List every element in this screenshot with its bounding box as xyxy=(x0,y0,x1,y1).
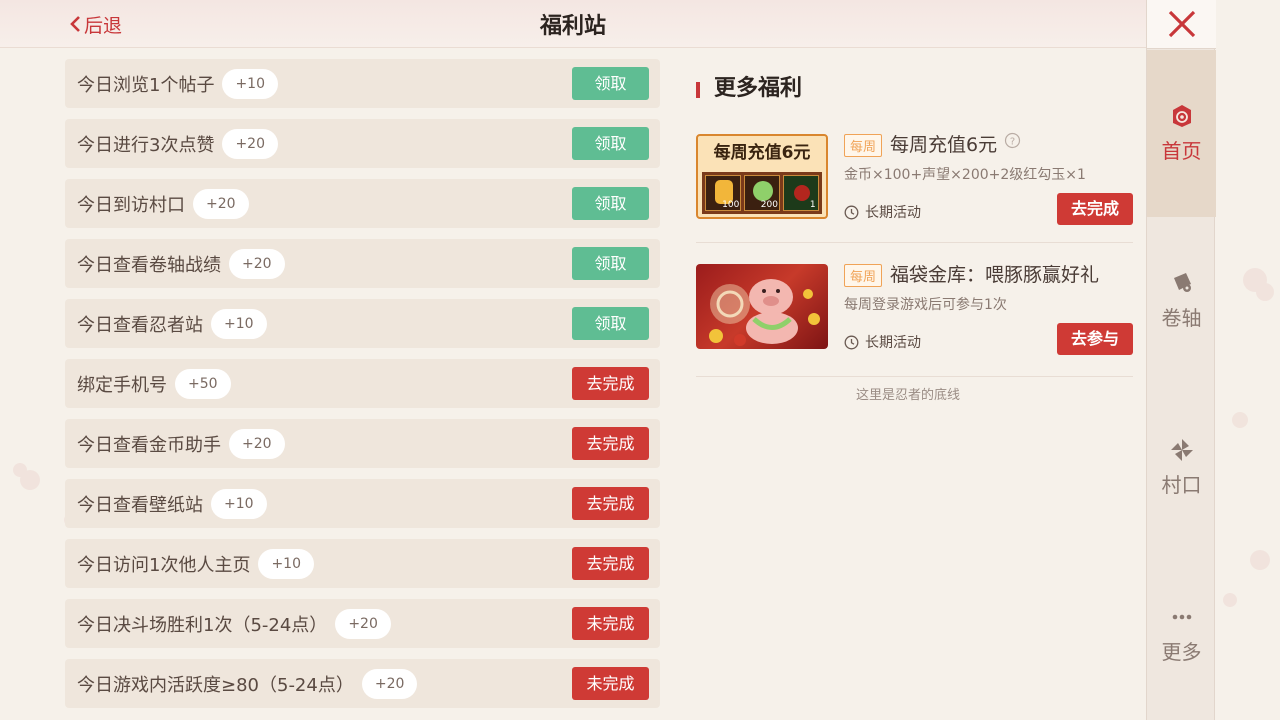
task-name: 今日到访村口 xyxy=(77,194,185,216)
weekly-recharge-image: 每周充值6元 100 200 1 xyxy=(696,134,828,219)
go-complete-button[interactable]: 去完成 xyxy=(1057,193,1133,225)
points-badge: +20 xyxy=(361,668,418,699)
task-row: 今日查看忍者站 +10 领取 xyxy=(65,299,660,348)
lucky-bag-pig-image xyxy=(696,264,828,349)
clock-icon xyxy=(844,335,859,349)
task-name: 今日访问1次他人主页 xyxy=(77,554,251,576)
more-welfare-title: 更多福利 xyxy=(714,76,803,101)
reward-items: 100 200 1 xyxy=(702,172,822,214)
close-button[interactable] xyxy=(1147,0,1216,49)
sidebar-item-more[interactable]: 更多 xyxy=(1147,551,1216,718)
promo-desc: 每周登录游戏后可参与1次 xyxy=(844,297,1007,313)
claim-button[interactable]: 领取 xyxy=(572,67,649,100)
coin-count: 100 xyxy=(722,200,740,210)
task-row: 今日游戏内活跃度≥80（5-24点） +20 未完成 xyxy=(65,659,660,708)
magatama-count: 1 xyxy=(809,200,816,210)
task-row: 今日查看壁纸站 +10 去完成 xyxy=(65,479,660,528)
go-complete-button[interactable]: 去完成 xyxy=(572,547,649,580)
pinwheel-icon xyxy=(1170,439,1193,461)
sidebar-item-label: 村口 xyxy=(1161,473,1202,497)
task-row: 今日浏览1个帖子 +10 领取 xyxy=(65,59,660,108)
promo-duration: 长期活动 xyxy=(844,332,921,352)
svg-text:?: ? xyxy=(1010,137,1015,148)
task-row: 今日进行3次点赞 +20 领取 xyxy=(65,119,660,168)
duration-label: 长期活动 xyxy=(865,205,921,221)
reputation-item: 200 xyxy=(743,175,780,211)
promo-lucky-bag[interactable]: 每周 福袋金库：喂豚豚赢好礼 每周登录游戏后可参与1次 长期活动 去参与 xyxy=(696,264,1133,374)
close-icon xyxy=(1168,10,1195,38)
incomplete-button[interactable]: 未完成 xyxy=(572,667,649,700)
points-badge: +20 xyxy=(193,188,249,219)
home-icon xyxy=(1172,105,1191,127)
points-badge: +10 xyxy=(222,68,278,99)
promo-image-title: 每周充值6元 xyxy=(713,143,811,163)
divider xyxy=(696,242,1133,243)
task-name: 今日决斗场胜利1次（5-24点） xyxy=(77,614,328,636)
participate-button[interactable]: 去参与 xyxy=(1057,323,1133,355)
reputation-count: 200 xyxy=(760,200,778,210)
coin-item: 100 xyxy=(705,175,742,211)
points-badge: +50 xyxy=(175,368,231,399)
sidebar-item-home[interactable]: 首页 xyxy=(1147,50,1216,217)
promo-desc: 金币×100+声望×200+2级红勾玉×1 xyxy=(844,167,1086,183)
more-icon xyxy=(1172,614,1191,620)
points-badge: +10 xyxy=(211,488,267,519)
points-badge: +20 xyxy=(335,608,391,639)
task-row: 绑定手机号 +50 去完成 xyxy=(65,359,660,408)
task-name: 绑定手机号 xyxy=(77,374,167,396)
top-bar: 后退 福利站 xyxy=(0,0,1146,48)
scroll-icon xyxy=(1173,273,1191,292)
promo-weekly-recharge[interactable]: 每周充值6元 100 200 1 每周 每周充值6元 ? 金币×100+声望×2… xyxy=(696,132,1133,244)
weekly-tag: 每周 xyxy=(844,264,883,287)
points-badge: +10 xyxy=(211,308,267,339)
go-complete-button[interactable]: 去完成 xyxy=(572,427,649,460)
sidebar-item-scroll[interactable]: 卷轴 xyxy=(1147,217,1216,384)
claim-button[interactable]: 领取 xyxy=(572,127,649,160)
task-row: 今日到访村口 +20 领取 xyxy=(65,179,660,228)
section-marker xyxy=(696,82,700,98)
magatama-item: 1 xyxy=(782,175,819,211)
sidebar-item-label: 首页 xyxy=(1161,139,1202,163)
task-name: 今日浏览1个帖子 xyxy=(77,74,215,96)
sidebar-item-village[interactable]: 村口 xyxy=(1147,384,1216,551)
task-row: 今日查看金币助手 +20 去完成 xyxy=(65,419,660,468)
points-badge: +20 xyxy=(229,248,285,279)
task-name: 今日查看忍者站 xyxy=(77,314,203,336)
divider xyxy=(696,376,1133,377)
promo-duration: 长期活动 xyxy=(844,202,921,222)
go-complete-button[interactable]: 去完成 xyxy=(572,367,649,400)
page-title: 福利站 xyxy=(539,14,606,39)
task-name: 今日游戏内活跃度≥80（5-24点） xyxy=(77,674,354,696)
task-row: 今日查看卷轴战绩 +20 领取 xyxy=(65,239,660,288)
points-badge: +20 xyxy=(229,428,285,459)
task-name: 今日查看金币助手 xyxy=(77,434,221,456)
side-nav: 首页 卷轴 村口 更多 xyxy=(1146,0,1216,720)
points-badge: +10 xyxy=(258,548,314,579)
weekly-tag: 每周 xyxy=(844,134,883,157)
task-name: 今日查看卷轴战绩 xyxy=(77,254,221,276)
more-welfare-header: 更多福利 xyxy=(696,70,802,102)
go-complete-button[interactable]: 去完成 xyxy=(572,487,649,520)
claim-button[interactable]: 领取 xyxy=(572,187,649,220)
task-name: 今日进行3次点赞 xyxy=(77,134,215,156)
task-name: 今日查看壁纸站 xyxy=(77,494,203,516)
task-list: 今日浏览1个帖子 +10 领取 今日进行3次点赞 +20 领取 今日到访村口 +… xyxy=(65,59,660,719)
pig-illustration xyxy=(709,279,820,346)
task-row: 今日访问1次他人主页 +10 去完成 xyxy=(65,539,660,588)
sidebar-item-label: 卷轴 xyxy=(1161,306,1202,330)
claim-button[interactable]: 领取 xyxy=(572,307,649,340)
promo-title: 每周充值6元 xyxy=(890,134,998,156)
claim-button[interactable]: 领取 xyxy=(572,247,649,280)
task-row: 今日决斗场胜利1次（5-24点） +20 未完成 xyxy=(65,599,660,648)
sidebar-item-label: 更多 xyxy=(1161,640,1202,664)
promo-title: 福袋金库：喂豚豚赢好礼 xyxy=(890,264,1100,286)
duration-label: 长期活动 xyxy=(865,335,921,351)
incomplete-button[interactable]: 未完成 xyxy=(572,607,649,640)
clock-icon xyxy=(844,205,859,219)
help-icon[interactable]: ? xyxy=(1004,132,1021,149)
points-badge: +20 xyxy=(222,128,278,159)
